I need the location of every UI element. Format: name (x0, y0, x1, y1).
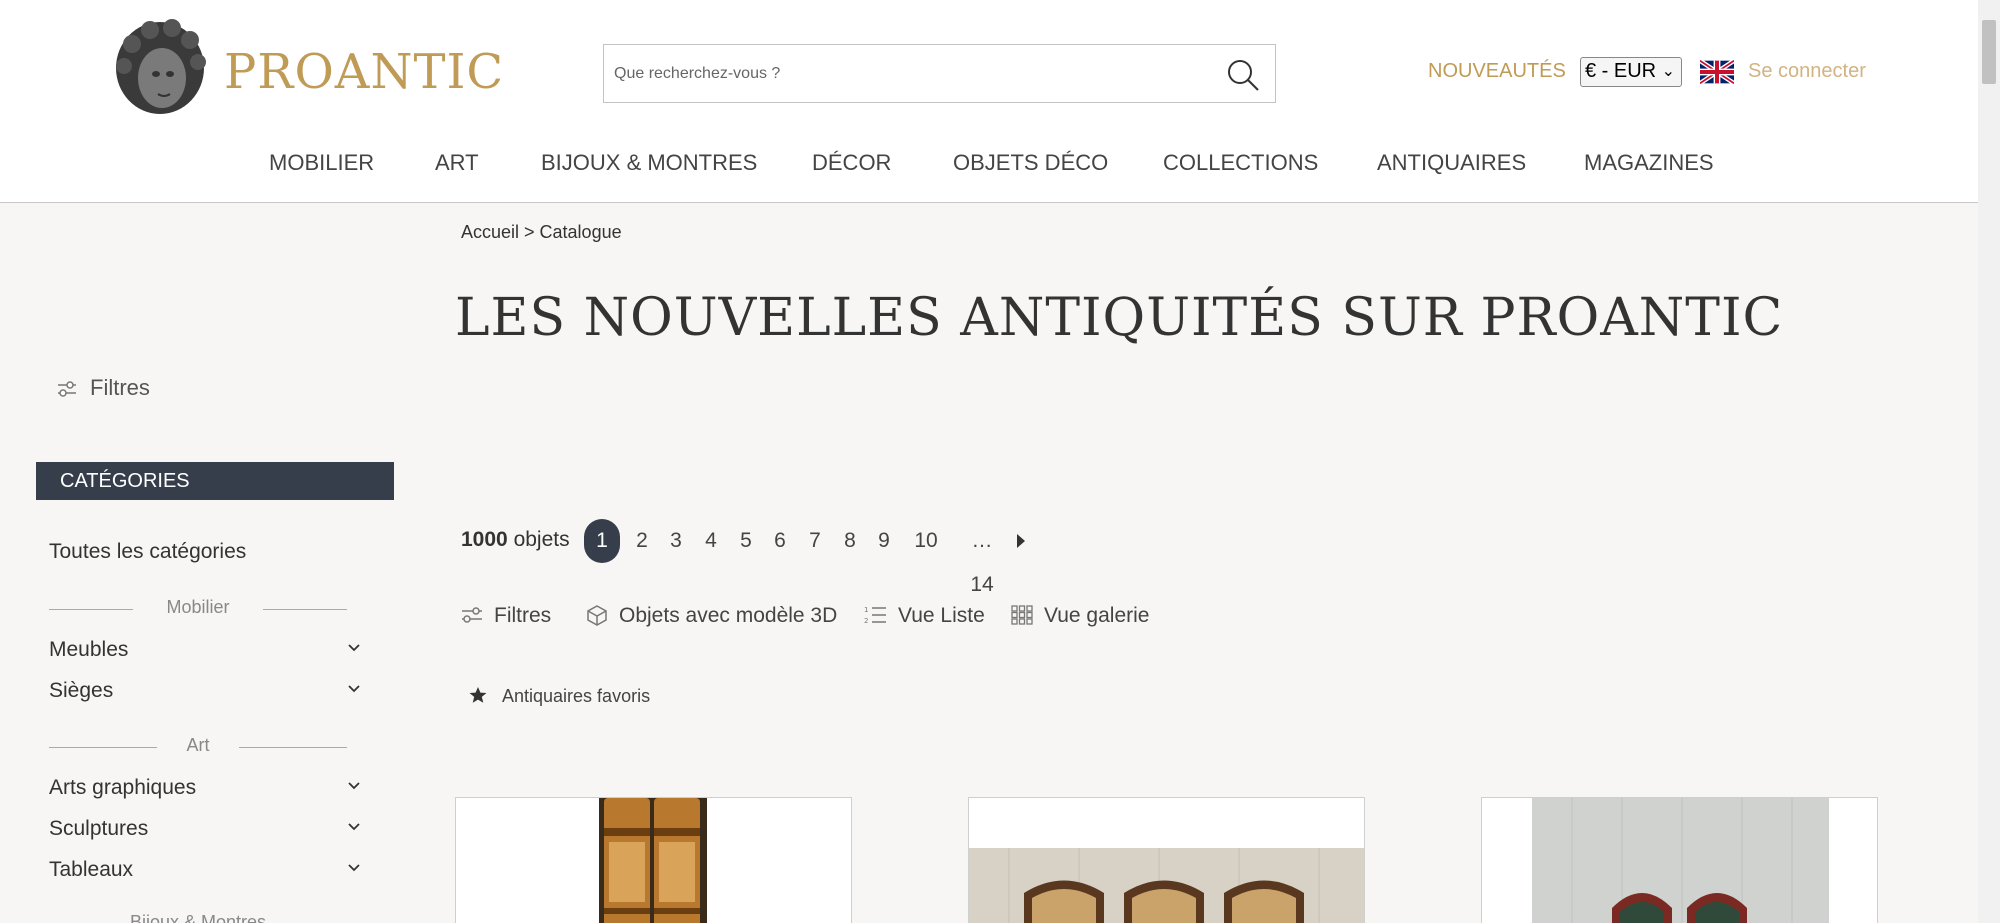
scrollbar[interactable] (1978, 0, 2000, 923)
gallery-view-button[interactable]: Vue galerie (1010, 604, 1149, 628)
page-2[interactable]: 2 (634, 519, 650, 563)
currency-select[interactable]: € - EUR ⌄ (1580, 57, 1682, 87)
nav-item-mobilier[interactable]: MOBILIER (269, 150, 374, 176)
section-label-art: Art (186, 735, 210, 755)
chevron-down-icon[interactable] (347, 682, 361, 696)
search-box (603, 44, 1276, 103)
product-card[interactable] (1481, 797, 1878, 923)
filters-label: Filtres (494, 604, 552, 627)
category-sieges[interactable]: Sièges (49, 679, 361, 703)
search-input[interactable] (614, 57, 1204, 91)
nouveautes-link[interactable]: NOUVEAUTÉS (1428, 60, 1566, 83)
nav-item-collections[interactable]: COLLECTIONS (1163, 150, 1318, 176)
product-image-chairs (969, 798, 1364, 923)
category-label: Sculptures (49, 817, 149, 840)
3d-objects-button[interactable]: Objets avec modèle 3D (585, 604, 837, 628)
gallery-view-label: Vue galerie (1044, 604, 1150, 627)
results-count: 1000 objets (461, 528, 570, 552)
product-card[interactable] (968, 797, 1365, 923)
page-title: LES NOUVELLES ANTIQUITÉS SUR PROANTIC (455, 288, 1784, 348)
product-image-books (599, 798, 707, 923)
page-1[interactable]: 1 (584, 519, 620, 563)
all-categories-link[interactable]: Toutes les catégories (49, 540, 246, 564)
favorite-dealers-button[interactable]: Antiquaires favoris (468, 686, 650, 707)
page-3[interactable]: 3 (668, 519, 684, 563)
main-nav: MOBILIER ART BIJOUX & MONTRES DÉCOR OBJE… (0, 150, 1978, 180)
nav-item-art[interactable]: ART (435, 150, 479, 176)
section-divider-bijoux: Bijoux & Montres (49, 912, 347, 923)
star-icon (469, 687, 487, 703)
nav-item-magazines[interactable]: MAGAZINES (1584, 150, 1714, 176)
svg-text:2: 2 (864, 617, 868, 625)
search-icon[interactable] (1225, 57, 1261, 93)
filters-button[interactable]: Filtres (460, 604, 551, 628)
chevron-down-icon: ⌄ (1661, 63, 1675, 80)
section-divider-mobilier: Mobilier (49, 597, 347, 621)
category-arts-graphiques[interactable]: Arts graphiques (49, 776, 361, 800)
filter-sliders-icon (462, 607, 482, 623)
page-5[interactable]: 5 (738, 519, 754, 563)
nav-item-bijoux-montres[interactable]: BIJOUX & MONTRES (541, 150, 757, 176)
breadcrumb[interactable]: Accueil > Catalogue (461, 222, 622, 243)
favorite-dealers-label: Antiquaires favoris (502, 686, 651, 706)
product-card[interactable] (455, 797, 852, 923)
category-label: Arts graphiques (49, 776, 197, 799)
cube-3d-icon (587, 605, 607, 626)
page-6[interactable]: 6 (772, 519, 788, 563)
page-last[interactable]: … 14 (960, 519, 1004, 596)
page-4[interactable]: 4 (703, 519, 719, 563)
grid-view-icon (1011, 605, 1033, 625)
sidebar-filters-label: Filtres (90, 375, 150, 400)
category-sculptures[interactable]: Sculptures (49, 817, 361, 841)
uk-flag-icon[interactable] (1700, 60, 1734, 84)
chevron-down-icon[interactable] (347, 641, 361, 655)
category-meubles[interactable]: Meubles (49, 638, 361, 662)
nav-item-antiquaires[interactable]: ANTIQUAIRES (1377, 150, 1526, 176)
brand-name[interactable]: PROANTIC (224, 44, 504, 100)
results-count-number: 1000 (461, 528, 508, 551)
section-divider-art: Art (49, 735, 347, 759)
nav-item-decor[interactable]: DÉCOR (812, 150, 891, 176)
logo-bust-icon[interactable] (110, 18, 210, 124)
scrollbar-thumb[interactable] (1982, 20, 1996, 84)
section-label-mobilier: Mobilier (166, 597, 230, 617)
list-view-label: Vue Liste (898, 604, 985, 627)
3d-objects-label: Objets avec modèle 3D (619, 604, 838, 627)
category-label: Sièges (49, 679, 114, 702)
login-link[interactable]: Se connecter (1748, 60, 1866, 83)
page-8[interactable]: 8 (842, 519, 858, 563)
results-count-label: objets (513, 528, 570, 551)
currency-value: € - EUR (1585, 60, 1657, 82)
page-7[interactable]: 7 (807, 519, 823, 563)
page-9[interactable]: 9 (876, 519, 892, 563)
chevron-down-icon[interactable] (347, 861, 361, 875)
product-image-armchairs (1482, 798, 1877, 923)
filter-sliders-icon (58, 381, 76, 397)
site-header: PROANTIC NOUVEAUTÉS € - EUR ⌄ Se connect… (0, 0, 1978, 203)
category-label: Tableaux (49, 858, 134, 881)
section-label-bijoux: Bijoux & Montres (129, 912, 267, 923)
sidebar-filters-button[interactable]: Filtres (56, 375, 150, 401)
category-label: Meubles (49, 638, 129, 661)
list-view-icon: 1 2 (864, 606, 886, 625)
next-page-icon[interactable] (1016, 533, 1026, 549)
categories-header: CATÉGORIES (36, 462, 394, 500)
page-10[interactable]: 10 (913, 519, 939, 563)
nav-item-objets-deco[interactable]: OBJETS DÉCO (953, 150, 1108, 176)
category-tableaux[interactable]: Tableaux (49, 858, 361, 882)
list-view-button[interactable]: 1 2 Vue Liste (864, 604, 985, 628)
chevron-down-icon[interactable] (347, 779, 361, 793)
svg-text:1: 1 (864, 606, 868, 614)
chevron-down-icon[interactable] (347, 820, 361, 834)
